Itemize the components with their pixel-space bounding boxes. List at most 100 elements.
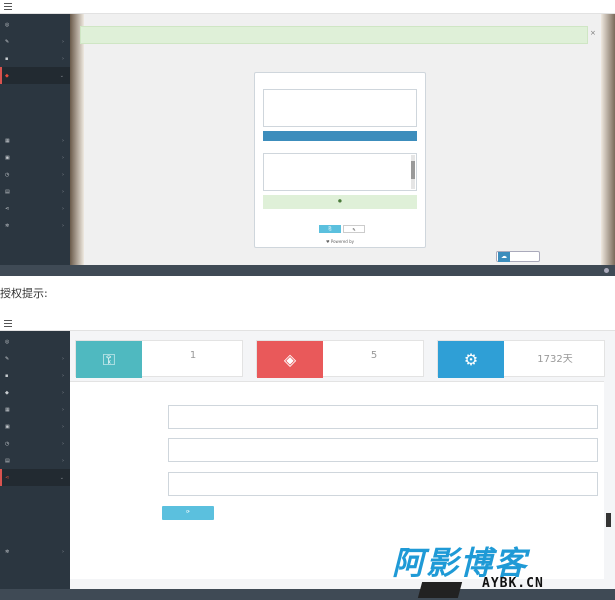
edit-button[interactable]: ✎ [343, 225, 365, 233]
stat-value: 1 [189, 350, 197, 361]
save-tips-button[interactable]: ⟳ [162, 506, 214, 520]
chevron-down-icon: ⌄ [59, 475, 64, 481]
box-icon: ▣ [5, 155, 10, 161]
copy-button[interactable]: ⎘ [319, 225, 341, 233]
cart-icon: ▪ [5, 56, 9, 62]
scrollbar[interactable] [606, 513, 611, 527]
sidebar-item-logs[interactable]: ◷ › [0, 166, 70, 183]
sidebar-item-dashboard[interactable]: ◎ [0, 333, 70, 350]
chevron-right-icon: › [62, 424, 64, 430]
sidebar-item-product-mgmt[interactable]: ▣ › [0, 149, 70, 166]
cloud-icon: ☁ [498, 252, 510, 262]
product-icon: ▦ [5, 138, 10, 144]
shield-icon: ◆ [5, 73, 9, 79]
sidebar-item-products[interactable]: ▦ › [0, 401, 70, 418]
sidebar-item-products[interactable]: ▦ › [0, 132, 70, 149]
tag-icon: ◈ [257, 341, 323, 378]
chevron-right-icon: › [62, 441, 64, 447]
chevron-right-icon: › [62, 390, 64, 396]
gears-icon: ⚙ [438, 341, 504, 378]
sidebar-item-dashboard[interactable]: ◎ [0, 16, 70, 33]
close-icon[interactable]: × [590, 29, 596, 37]
cart-icon: ▪ [5, 373, 9, 379]
powered-by: ♥ Powered by [255, 239, 425, 244]
stat-value: 1732天 [537, 354, 573, 365]
stat-card-licenses: ⚿ 1 [75, 340, 243, 378]
heart-icon: ♥ [325, 239, 330, 244]
info-icon: ● [338, 199, 342, 204]
tip-alert: ● [263, 195, 417, 209]
sidebar-item-stats[interactable]: ▤ › [0, 452, 70, 469]
dashboard-icon: ◎ [5, 22, 10, 28]
top-bar [0, 317, 615, 331]
key-icon: ⚿ [76, 341, 142, 378]
shield-icon: ◆ [5, 390, 9, 396]
chevron-right-icon: › [62, 458, 64, 464]
sidebar: ◎ ✎ › ▪ › ◆ ⌄ ▦ › ▣ › ◷ › ▤ › ⋖ › ✲ › [0, 14, 70, 265]
refresh-icon: ⟳ [186, 510, 190, 515]
top-bar [0, 0, 615, 14]
sidebar-item-security-tools[interactable]: ◆ ⌄ [0, 67, 70, 84]
chevron-right-icon: › [62, 373, 64, 379]
chevron-right-icon: › [62, 56, 64, 62]
screenshot-encryption-tool: ◎ ✎ › ▪ › ◆ ⌄ ▦ › ▣ › ◷ › ▤ › ⋖ › ✲ › × ● ⎘ ✎ ♥ P… [0, 0, 615, 276]
success-alert [80, 26, 588, 44]
encrypt-button[interactable] [263, 131, 417, 141]
mismatch-tip-field[interactable] [168, 472, 598, 496]
gear-icon: ✲ [5, 223, 10, 229]
watermark-logo: 阿影博客 AYBK.CN [392, 538, 602, 600]
chart-icon: ▤ [5, 458, 10, 464]
settings-dot-icon[interactable] [604, 268, 609, 273]
sidebar-item-product-mgmt[interactable]: ▣ › [0, 418, 70, 435]
sidebar-item-share[interactable]: ⋖ ⌄ [0, 469, 70, 486]
backdrop-left [70, 14, 84, 265]
source-code-input[interactable] [263, 89, 417, 127]
menu-icon[interactable] [4, 320, 12, 327]
sidebar-item-security-tools[interactable]: ◆ › [0, 384, 70, 401]
chart-icon: ▤ [5, 189, 10, 195]
product-icon: ▦ [5, 407, 10, 413]
backdrop-right [601, 14, 615, 265]
encrypt-panel: ● ⎘ ✎ ♥ Powered by [254, 72, 426, 248]
footer [0, 265, 615, 276]
sidebar: ◎ ✎ › ▪ › ◆ › ▦ › ▣ › ◷ › ▤ › ⋖ ⌄ ✲ › [0, 331, 70, 589]
sidebar-item-cards[interactable]: ▪ › [0, 367, 70, 384]
sidebar-item-settings[interactable]: ✲ › [0, 543, 70, 560]
chevron-right-icon: › [62, 356, 64, 362]
sidebar-item-logs[interactable]: ◷ › [0, 435, 70, 452]
chevron-right-icon: › [62, 206, 64, 212]
gear-icon: ✲ [5, 549, 10, 555]
wrench-icon: ✎ [5, 39, 10, 45]
sidebar-item-stats[interactable]: ▤ › [0, 183, 70, 200]
chevron-right-icon: › [62, 223, 64, 229]
stat-card-products: ◈ 5 [256, 340, 424, 378]
sidebar-item-cards[interactable]: ▪ › [0, 50, 70, 67]
scrollbar[interactable] [411, 155, 415, 189]
box-icon: ▣ [5, 424, 10, 430]
share-icon: ⋖ [5, 206, 10, 212]
stat-value: 5 [370, 350, 378, 361]
chevron-down-icon: ⌄ [59, 73, 64, 79]
pencil-icon: ✎ [352, 227, 356, 232]
logo-shape [417, 582, 463, 598]
section-heading: 授权提示: [0, 287, 48, 300]
chevron-right-icon: › [62, 155, 64, 161]
clock-icon: ◷ [5, 172, 10, 178]
unlicensed-tip-field[interactable] [168, 405, 598, 429]
chevron-right-icon: › [62, 407, 64, 413]
share-icon: ⋖ [5, 475, 10, 481]
upload-button[interactable]: ☁ [496, 251, 540, 262]
chevron-right-icon: › [62, 172, 64, 178]
chevron-right-icon: › [62, 189, 64, 195]
chevron-right-icon: › [62, 39, 64, 45]
sidebar-item-settings[interactable]: ✲ › [0, 217, 70, 234]
sidebar-item-system[interactable]: ✎ › [0, 350, 70, 367]
clock-icon: ◷ [5, 441, 10, 447]
expired-tip-field[interactable] [168, 438, 598, 462]
result-textarea[interactable] [263, 153, 417, 191]
sidebar-item-system[interactable]: ✎ › [0, 33, 70, 50]
chevron-right-icon: › [62, 138, 64, 144]
sidebar-item-share[interactable]: ⋖ › [0, 200, 70, 217]
dashboard-icon: ◎ [5, 339, 10, 345]
menu-icon[interactable] [4, 3, 12, 10]
